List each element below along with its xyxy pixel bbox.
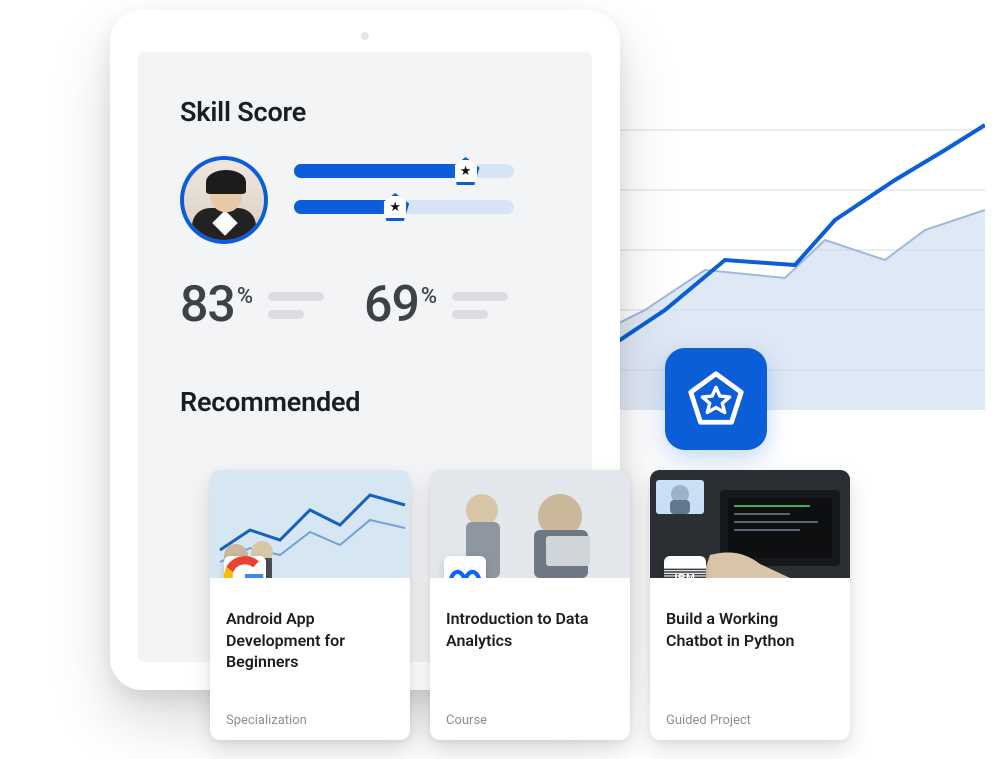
course-cover <box>210 470 410 578</box>
stat-2: 69 % <box>364 280 508 330</box>
star-icon: ★ <box>381 193 409 221</box>
course-title: Android App Development for Beginners <box>226 608 394 673</box>
recommended-cards: Android App Development for Beginners Sp… <box>210 470 850 740</box>
percent-icon: % <box>237 286 252 308</box>
skill-sliders: ★ ★ <box>294 164 550 236</box>
meta-logo-icon: Meta <box>444 556 486 578</box>
course-card[interactable]: Android App Development for Beginners Sp… <box>210 470 410 740</box>
stat-placeholder-lines <box>452 292 508 319</box>
course-card[interactable]: Meta Introduction to Data Analytics Cour… <box>430 470 630 740</box>
course-title: Build a Working Chatbot in Python <box>666 608 834 651</box>
stat-1: 83 % <box>180 280 324 330</box>
course-type: Course <box>446 713 614 728</box>
ibm-logo-icon: IBM <box>664 556 706 578</box>
stats-row: 83 % 69 % <box>180 280 550 330</box>
stat-2-value: 69 <box>364 280 419 330</box>
percent-icon: % <box>421 286 436 308</box>
course-cover: Meta <box>430 470 630 578</box>
stat-placeholder-lines <box>268 292 324 319</box>
skill-score-row: ★ ★ <box>180 156 550 244</box>
course-type: Specialization <box>226 713 394 728</box>
google-logo-icon <box>224 556 266 578</box>
skill-slider-1[interactable]: ★ <box>294 164 514 178</box>
course-card[interactable]: IBM Build a Working Chatbot in Python Gu… <box>650 470 850 740</box>
user-avatar <box>180 156 268 244</box>
tablet-camera-dot <box>361 32 369 40</box>
stat-1-value: 83 <box>180 280 235 330</box>
course-title: Introduction to Data Analytics <box>446 608 614 651</box>
skill-score-title: Skill Score <box>180 96 550 128</box>
star-icon: ★ <box>452 157 480 185</box>
star-badge-icon <box>665 348 767 450</box>
recommended-title: Recommended <box>180 386 550 418</box>
course-cover: IBM <box>650 470 850 578</box>
course-type: Guided Project <box>666 713 834 728</box>
svg-text:IBM: IBM <box>675 572 696 578</box>
skill-slider-2[interactable]: ★ <box>294 200 514 214</box>
